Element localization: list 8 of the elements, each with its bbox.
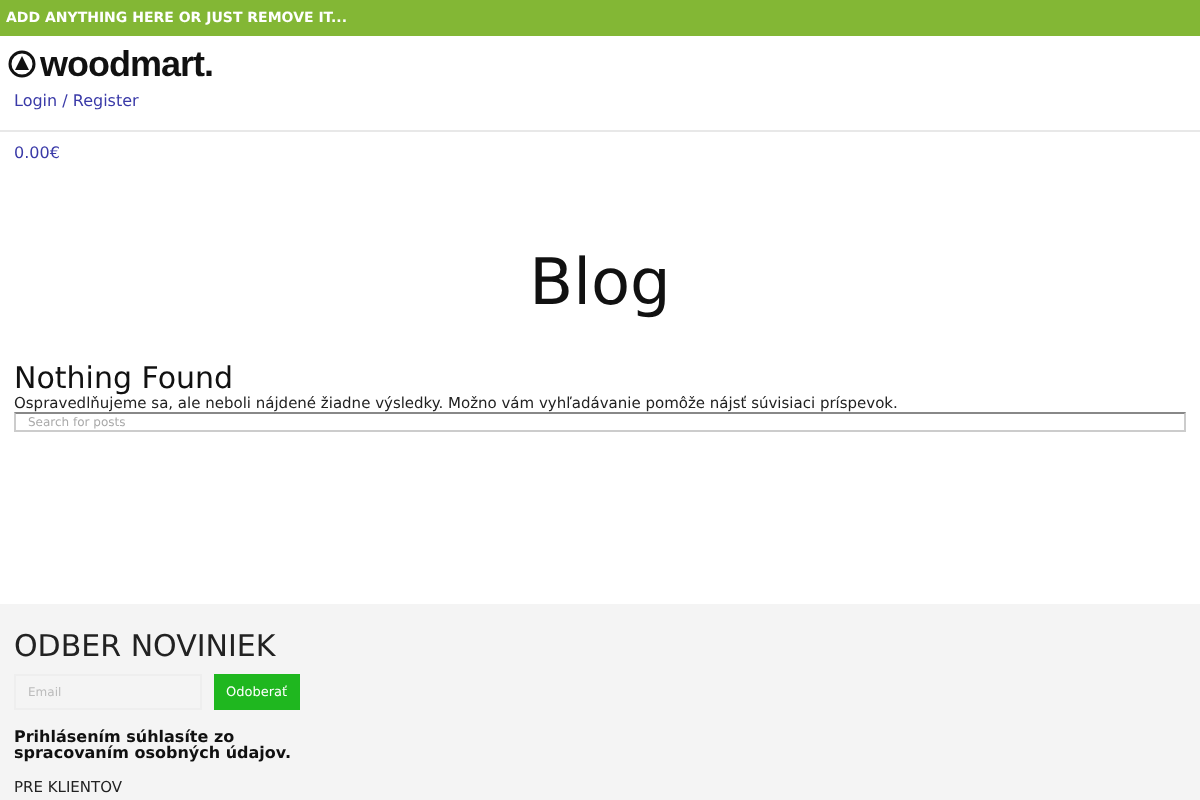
consent-text: Prihlásením súhlasíte zo spracovaním osobných údajov. xyxy=(14,730,294,762)
logo-text[interactable]: woodmart. xyxy=(40,43,214,85)
page-title: Blog xyxy=(527,250,673,314)
logo-icon xyxy=(8,50,36,78)
nothing-found-heading: Nothing Found xyxy=(14,362,236,394)
newsletter-title: ODBER NOVINIEK xyxy=(14,628,278,664)
cart-total-link[interactable]: 0.00€ xyxy=(14,144,60,162)
login-register-link[interactable]: Login / Register xyxy=(14,92,139,110)
